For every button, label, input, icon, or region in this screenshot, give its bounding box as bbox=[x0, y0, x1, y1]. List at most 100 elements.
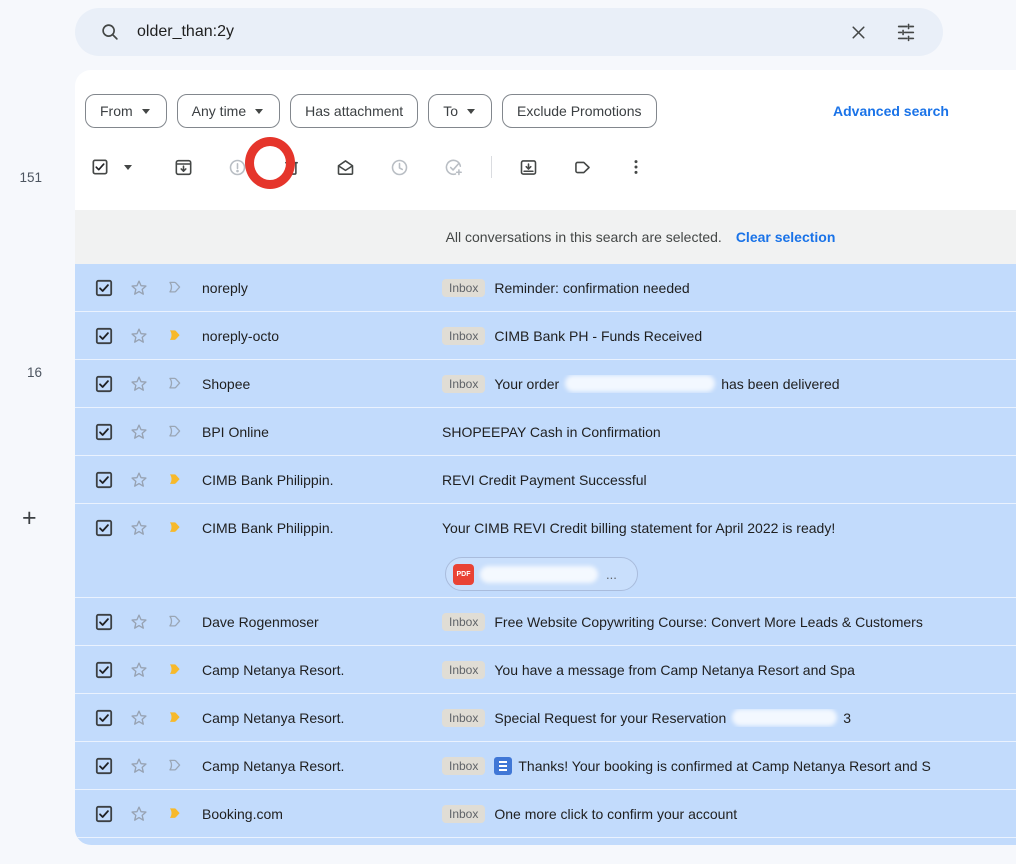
redacted-text bbox=[732, 709, 837, 726]
subject-text: REVI Credit Payment Successful bbox=[442, 472, 647, 488]
subject-text: Your order bbox=[494, 376, 559, 392]
importance-marker-important[interactable] bbox=[166, 708, 185, 727]
star-icon[interactable] bbox=[129, 804, 149, 824]
add-to-tasks-icon[interactable] bbox=[433, 147, 473, 187]
importance-marker-important[interactable] bbox=[166, 660, 185, 679]
subject-text: SHOPEEPAY Cash in Confirmation bbox=[442, 424, 661, 440]
subject-zone: Inbox Your order has been delivered bbox=[442, 375, 1016, 393]
star-icon[interactable] bbox=[129, 708, 149, 728]
inbox-label-chip: Inbox bbox=[442, 279, 485, 297]
row-checkbox[interactable] bbox=[95, 423, 113, 441]
selection-banner-text: All conversations in this search are sel… bbox=[446, 229, 722, 245]
filter-chip-label: Has attachment bbox=[305, 103, 403, 119]
sender-name: Dave Rogenmoser bbox=[202, 614, 442, 630]
row-checkbox[interactable] bbox=[95, 661, 113, 679]
star-icon[interactable] bbox=[129, 660, 149, 680]
row-checkbox[interactable] bbox=[95, 327, 113, 345]
email-row[interactable]: BPI OnlineSHOPEEPAY Cash in Confirmation bbox=[75, 408, 1016, 456]
row-checkbox[interactable] bbox=[95, 375, 113, 393]
filter-chip-from[interactable]: From bbox=[85, 94, 167, 128]
email-row[interactable]: Camp Netanya Resort.InboxSpecial Request… bbox=[75, 694, 1016, 742]
star-icon[interactable] bbox=[129, 326, 149, 346]
select-all-checkbox[interactable] bbox=[85, 147, 115, 187]
redacted-filename bbox=[480, 566, 598, 583]
row-checkbox[interactable] bbox=[95, 279, 113, 297]
clear-search-icon[interactable] bbox=[841, 15, 875, 49]
importance-marker-important[interactable] bbox=[166, 518, 185, 537]
sender-name: CIMB Bank Philippin. bbox=[202, 472, 442, 488]
sidebar-count-16: 16 bbox=[8, 365, 42, 380]
filter-chip-exclude-promotions[interactable]: Exclude Promotions bbox=[502, 94, 657, 128]
row-checkbox[interactable] bbox=[95, 613, 113, 631]
search-bar[interactable]: older_than:2y bbox=[75, 8, 943, 56]
select-dropdown-caret[interactable] bbox=[117, 147, 139, 187]
attachment-chip[interactable]: PDF... bbox=[445, 557, 638, 591]
subject-zone: InboxFree Website Copywriting Course: Co… bbox=[442, 613, 1016, 631]
sender-name: Shopee bbox=[202, 376, 442, 392]
sidebar-plus-button[interactable]: + bbox=[22, 504, 37, 533]
email-row[interactable]: CIMB Bank Philippin.REVI Credit Payment … bbox=[75, 456, 1016, 504]
importance-marker-important[interactable] bbox=[166, 804, 185, 823]
star-icon[interactable] bbox=[129, 278, 149, 298]
star-icon[interactable] bbox=[129, 518, 149, 538]
email-row[interactable]: Camp Netanya Resort.InboxThanks! Your bo… bbox=[75, 742, 1016, 790]
move-to-icon[interactable] bbox=[508, 147, 548, 187]
star-icon[interactable] bbox=[129, 470, 149, 490]
importance-marker[interactable] bbox=[166, 278, 185, 297]
search-options-icon[interactable] bbox=[889, 15, 923, 49]
row-checkbox[interactable] bbox=[95, 757, 113, 775]
subject-text: has been delivered bbox=[721, 376, 839, 392]
subject-zone: REVI Credit Payment Successful bbox=[442, 472, 1016, 488]
hotel-emoji-icon bbox=[494, 757, 512, 775]
importance-marker[interactable] bbox=[166, 374, 185, 393]
sender-name: Camp Netanya Resort. bbox=[202, 710, 442, 726]
delete-icon[interactable] bbox=[271, 147, 311, 187]
more-options-icon[interactable] bbox=[616, 147, 656, 187]
archive-icon[interactable] bbox=[163, 147, 203, 187]
chevron-down-icon bbox=[465, 105, 477, 117]
subject-text: CIMB Bank PH - Funds Received bbox=[494, 328, 702, 344]
inbox-label-chip: Inbox bbox=[442, 375, 485, 393]
email-row[interactable]: Dave RogenmoserInboxFree Website Copywri… bbox=[75, 598, 1016, 646]
advanced-search-link[interactable]: Advanced search bbox=[833, 103, 949, 119]
importance-marker-important[interactable] bbox=[166, 470, 185, 489]
report-spam-icon[interactable] bbox=[217, 147, 257, 187]
subject-text: Special Request for your Reservation bbox=[494, 710, 726, 726]
labels-icon[interactable] bbox=[562, 147, 602, 187]
row-checkbox[interactable] bbox=[95, 519, 113, 537]
sender-name: Booking.com bbox=[202, 806, 442, 822]
filter-chip-label: From bbox=[100, 103, 133, 119]
row-checkbox[interactable] bbox=[95, 805, 113, 823]
mark-unread-icon[interactable] bbox=[325, 147, 365, 187]
filter-chip-has-attachment[interactable]: Has attachment bbox=[290, 94, 418, 128]
filter-chip-label: Exclude Promotions bbox=[517, 103, 642, 119]
email-row[interactable]: noreplyInboxReminder: confirmation neede… bbox=[75, 264, 1016, 312]
star-icon[interactable] bbox=[129, 374, 149, 394]
search-input[interactable]: older_than:2y bbox=[137, 23, 841, 41]
search-icon[interactable] bbox=[93, 15, 127, 49]
snooze-icon[interactable] bbox=[379, 147, 419, 187]
star-icon[interactable] bbox=[129, 612, 149, 632]
email-row[interactable]: Camp Netanya Resort.InboxYou have a mess… bbox=[75, 646, 1016, 694]
email-row[interactable]: noreply-octoInboxCIMB Bank PH - Funds Re… bbox=[75, 312, 1016, 360]
importance-marker[interactable] bbox=[166, 422, 185, 441]
sender-name: CIMB Bank Philippin. bbox=[202, 520, 442, 536]
importance-marker-important[interactable] bbox=[166, 326, 185, 345]
email-list: noreplyInboxReminder: confirmation neede… bbox=[75, 264, 1016, 845]
importance-marker[interactable] bbox=[166, 612, 185, 631]
star-icon[interactable] bbox=[129, 756, 149, 776]
filter-chip-label: Any time bbox=[192, 103, 246, 119]
sender-name: BPI Online bbox=[202, 424, 442, 440]
inbox-label-chip: Inbox bbox=[442, 757, 485, 775]
clear-selection-link[interactable]: Clear selection bbox=[736, 229, 836, 245]
star-icon[interactable] bbox=[129, 422, 149, 442]
filter-chip-to[interactable]: To bbox=[428, 94, 492, 128]
row-checkbox[interactable] bbox=[95, 471, 113, 489]
filter-chip-any-time[interactable]: Any time bbox=[177, 94, 280, 128]
importance-marker[interactable] bbox=[166, 756, 185, 775]
email-row[interactable]: CIMB Bank Philippin.Your CIMB REVI Credi… bbox=[75, 504, 1016, 598]
email-row[interactable]: Booking.comInboxOne more click to confir… bbox=[75, 790, 1016, 838]
row-checkbox[interactable] bbox=[95, 709, 113, 727]
subject-zone: InboxReminder: confirmation needed bbox=[442, 279, 1016, 297]
email-row[interactable]: ShopeeInbox Your order has been delivered bbox=[75, 360, 1016, 408]
